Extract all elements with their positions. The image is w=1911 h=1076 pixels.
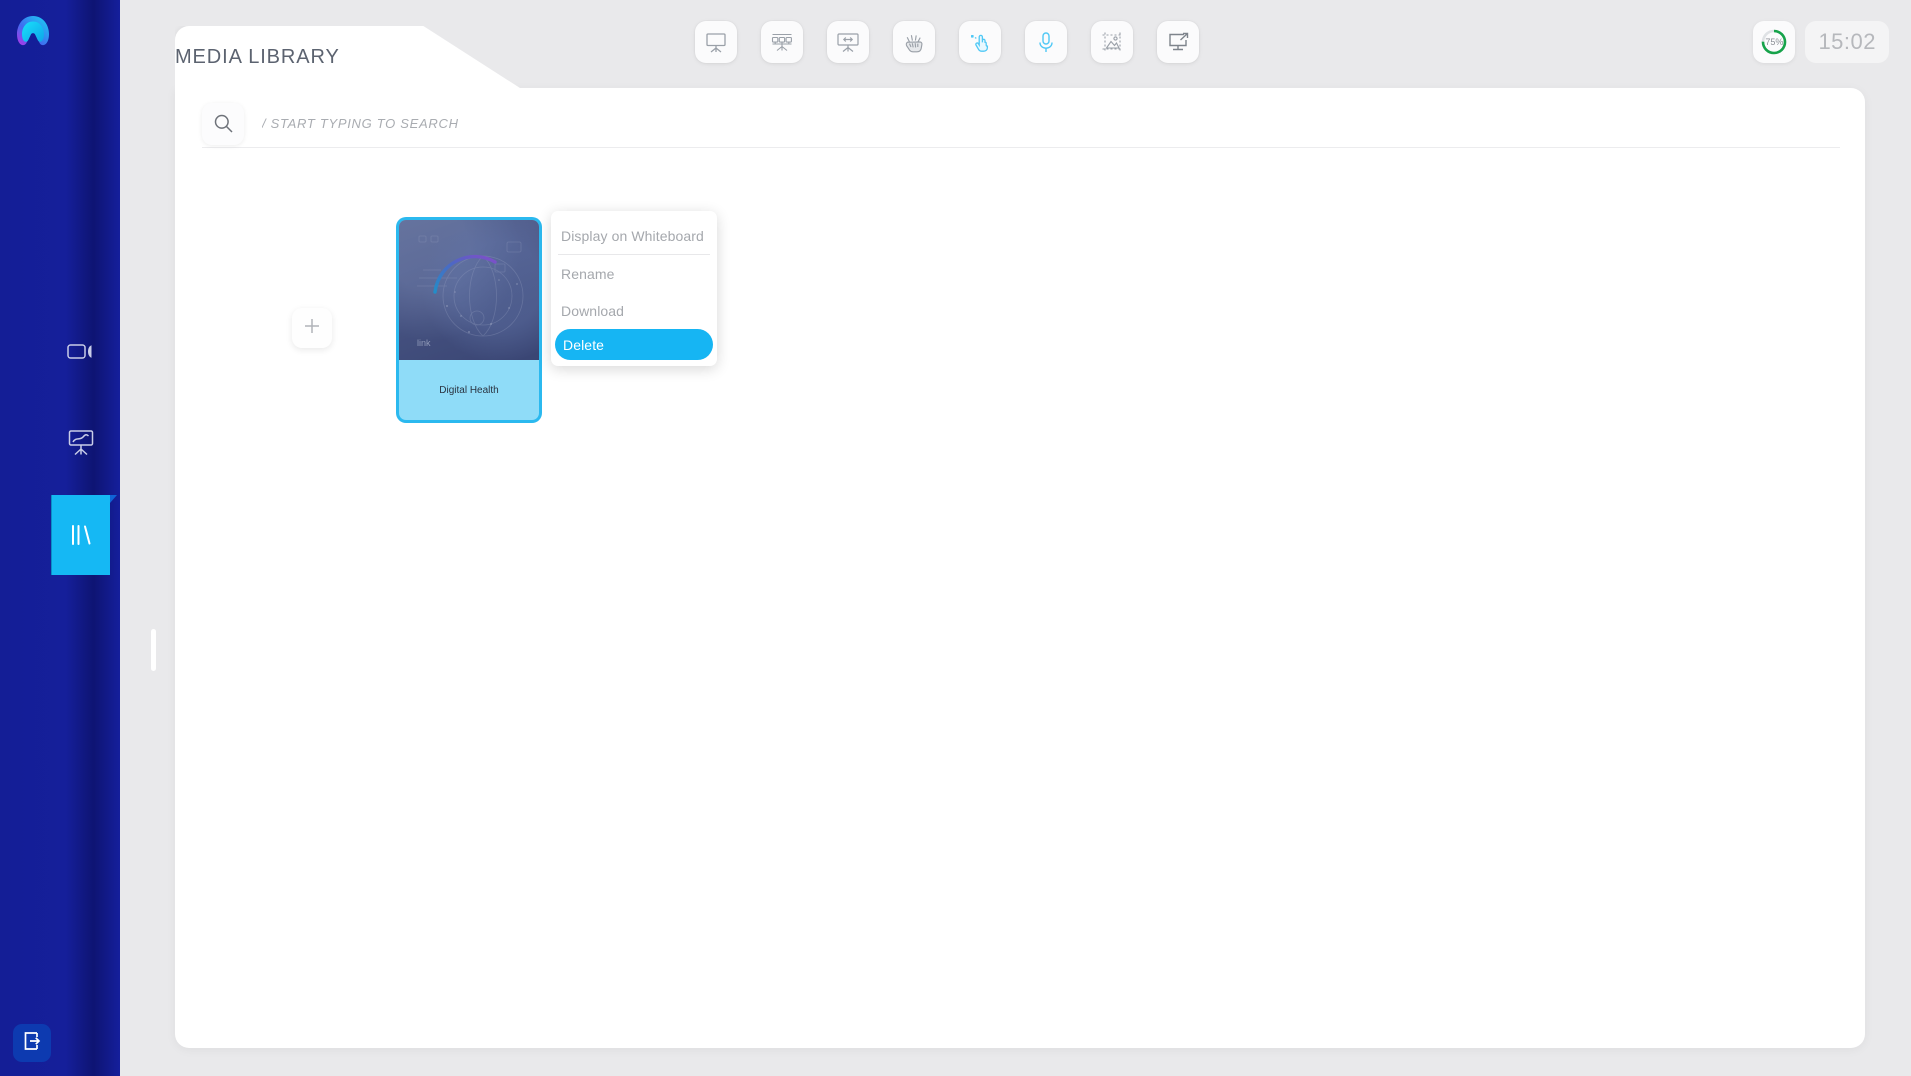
- page-title: MEDIA LIBRARY: [175, 46, 340, 68]
- logout-button[interactable]: [13, 1024, 51, 1062]
- context-menu: Display on Whiteboard Rename Download De…: [551, 211, 717, 366]
- books-library-icon: [68, 523, 94, 547]
- sidebar: [0, 0, 120, 1076]
- add-media-button[interactable]: [292, 308, 332, 348]
- whiteboard-screen-icon: [705, 32, 727, 53]
- svg-text:link: link: [417, 338, 431, 348]
- tool-present-screen-button[interactable]: [695, 21, 737, 63]
- sidebar-item-video[interactable]: [52, 320, 110, 382]
- panel-scroll-handle[interactable]: [151, 629, 156, 671]
- tool-multi-screen-button[interactable]: [761, 21, 803, 63]
- sidebar-item-library[interactable]: [52, 495, 117, 575]
- tool-pointer-button[interactable]: [959, 21, 1001, 63]
- pointer-hand-icon: [969, 31, 992, 53]
- context-menu-item-download[interactable]: Download: [551, 292, 717, 329]
- cast-external-icon: [1167, 32, 1190, 53]
- tool-screen-share-button[interactable]: [827, 21, 869, 63]
- app-root: MEDIA LIBRARY 75% 15:02 / START TYPING T…: [0, 0, 1911, 1076]
- battery-percent-label: 75%: [1765, 37, 1784, 47]
- battery-indicator[interactable]: 75%: [1753, 21, 1796, 63]
- media-grid: link Digital Health: [202, 168, 1840, 1028]
- multi-screen-icon: [770, 32, 794, 53]
- search-input[interactable]: [262, 101, 1840, 146]
- sidebar-item-whiteboard[interactable]: [52, 411, 110, 473]
- context-menu-item-rename[interactable]: Rename: [551, 255, 717, 292]
- video-camera-icon: [67, 342, 95, 361]
- microphone-icon: [1037, 31, 1055, 54]
- media-card-title: Digital Health: [439, 384, 499, 396]
- tool-image-crop-button[interactable]: [1091, 21, 1133, 63]
- digital-health-thumbnail: link: [399, 220, 539, 360]
- context-menu-item-display-on-whiteboard[interactable]: Display on Whiteboard: [551, 217, 717, 254]
- logout-icon: [21, 1030, 43, 1057]
- toolbar: [695, 21, 1199, 63]
- main-panel: link Digital Health: [175, 88, 1865, 1048]
- whiteboard-easel-icon: [67, 429, 95, 456]
- search-icon[interactable]: [202, 102, 244, 145]
- status-cluster: 75% 15:02: [1753, 21, 1889, 63]
- app-logo[interactable]: [12, 10, 54, 52]
- hand-draw-icon: [903, 31, 925, 53]
- tool-microphone-button[interactable]: [1025, 21, 1067, 63]
- screen-share-icon: [836, 32, 860, 53]
- tool-hand-draw-button[interactable]: [893, 21, 935, 63]
- plus-icon: [302, 316, 322, 341]
- media-card[interactable]: link Digital Health: [399, 220, 539, 420]
- search-bar: [202, 100, 1840, 148]
- context-menu-item-delete[interactable]: Delete: [555, 329, 713, 360]
- tool-cast-screen-button[interactable]: [1157, 21, 1199, 63]
- image-crop-icon: [1101, 31, 1124, 53]
- clock-display[interactable]: 15:02: [1805, 21, 1889, 63]
- top-bar: MEDIA LIBRARY 75% 15:02: [120, 0, 1911, 88]
